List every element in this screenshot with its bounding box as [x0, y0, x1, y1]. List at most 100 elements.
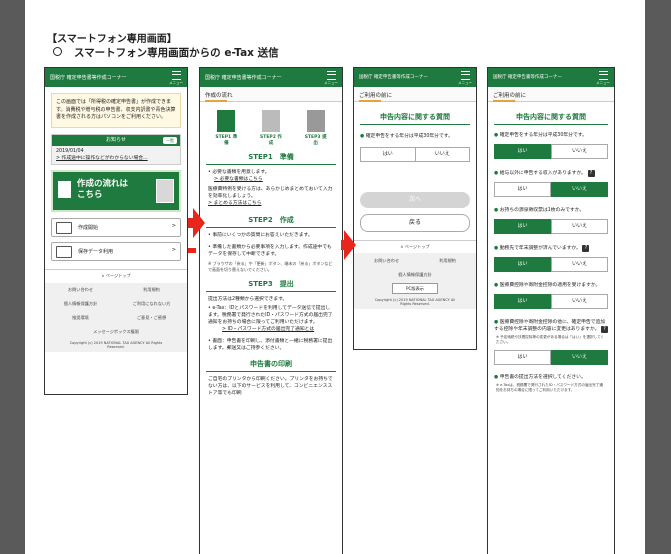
footer-link-feedback[interactable]: ご意見・ご感想 [116, 315, 187, 321]
doc-subheading-text: スマートフォン専用画面からの e-Tax 送信 [74, 47, 279, 59]
menu-label: メニュー [169, 81, 183, 85]
question-7-text: 申告書の提出方法を選択してください。 [499, 375, 586, 380]
submit-icon [306, 110, 325, 132]
question-2-text: 給与以外に申告する収入がありますか。 [499, 171, 586, 176]
document-page: 【スマートフォン専用画面】 スマートフォン専用画面からの e-Tax 送信 国税… [25, 0, 645, 554]
hamburger-icon [171, 71, 181, 80]
back-button[interactable]: 戻る [360, 214, 470, 232]
yes-button[interactable]: はい [360, 147, 416, 162]
question-3-text: お持ちの源泉徴収票は1枚のみですか。 [499, 208, 585, 213]
sub-underline [205, 100, 227, 102]
footer-link-messagebox[interactable]: メッセージボックス権限 [45, 329, 187, 335]
help-icon[interactable]: ? [587, 170, 595, 177]
menu-label: メニュー [458, 81, 472, 85]
no-button[interactable]: いいえ [415, 147, 470, 162]
question-5: ● 医療費控除や寄附金控除の適用を受けますか。 [494, 283, 601, 288]
question-3: ● お持ちの源泉徴収票は1枚のみですか。 [494, 208, 585, 213]
question-1: ● 確定申告をする年分は平成30年分です。 [360, 134, 453, 139]
print-paragraph: ご自宅のプリンタから印刷ください。プリンタをお持ちでない方は、以下のサービスを利… [208, 377, 333, 396]
step3-paper: • 書面：申告書を印刷し、添付書類と一緒に税務署に提出します。郵送又はご持参くだ… [208, 339, 333, 351]
notice-box: お知らせ 一覧 2019/01/04 > 作成途中に操作などがわからない場合..… [51, 133, 181, 165]
hamburger-icon [598, 71, 608, 80]
step3-link-text: ID・パスワード方式の届出完了通知とは [227, 327, 315, 332]
page-top-link[interactable]: ∧ ページトップ [354, 240, 476, 250]
sub-underline [493, 100, 515, 102]
no-button[interactable]: いいえ [551, 219, 608, 234]
print-heading: 申告書の印刷 [206, 359, 336, 372]
sub-title: 作成の流れ [205, 93, 233, 99]
step1-link-summary-text: まとめる方法はこちら [213, 201, 262, 206]
no-button[interactable]: いいえ [551, 144, 608, 159]
step1-link-summary[interactable]: > まとめる方法はこちら [208, 200, 334, 207]
hamburger-icon [326, 71, 336, 80]
chevron-right-icon: > [171, 222, 176, 229]
sub-underline [359, 100, 381, 102]
banner-line1: 作成の流れは [77, 178, 129, 189]
app-header: 国税庁 確定申告書等作成コーナー メニュー [354, 68, 476, 87]
menu-button[interactable]: メニュー [324, 70, 338, 86]
footer-link-privacy[interactable]: 個人情報保護方針 [45, 301, 116, 307]
app-title: 国税庁 確定申告書等作成コーナー [50, 75, 127, 81]
no-button[interactable]: いいえ [551, 257, 608, 272]
yes-button-selected[interactable]: はい [494, 257, 551, 272]
yes-button-selected[interactable]: はい [494, 144, 551, 159]
footer-link-terms[interactable]: 利用規約 [116, 287, 187, 293]
notice-date: 2019/01/04 [56, 148, 84, 154]
step2-body: • 事前にいくつかの質問にお答えいただきます。 • 準備した書類から必要事項を入… [208, 232, 334, 272]
upload-icon [56, 245, 72, 258]
notice-list-button[interactable]: 一覧 [163, 136, 177, 144]
no-button[interactable]: いいえ [551, 294, 608, 309]
app-title: 国税庁 確定申告書等作成コーナー [205, 75, 282, 81]
app-header: 国税庁 確定申告書等作成コーナー メニュー [45, 68, 187, 87]
hamburger-icon [460, 71, 470, 80]
create-start-button[interactable]: 作成開始 > [51, 217, 181, 237]
app-header: 国税庁 確定申告書等作成コーナー メニュー [488, 68, 614, 87]
notice-body: 2019/01/04 > 作成途中に操作などがわからない場合... [52, 146, 180, 164]
load-data-button[interactable]: 保存データ利用 > [51, 241, 181, 261]
q1-choices: はい いいえ [494, 144, 608, 159]
yes-button[interactable]: はい [494, 182, 551, 197]
menu-button[interactable]: メニュー [596, 70, 610, 86]
footer-link-terms[interactable]: 利用規約 [439, 258, 456, 264]
copyright: Copyright (c) 2019 NATIONAL TAX AGENCY A… [374, 298, 456, 306]
step3-paper-text: 書面：申告書を印刷し、添付書類と一緒に税務署に提出します。郵送又はご持参ください… [208, 339, 333, 351]
footer-link-contact[interactable]: お問い合わせ [45, 287, 116, 293]
notice-link[interactable]: > 作成途中に操作などがわからない場合... [56, 155, 176, 162]
step-2: STEP2 作成 [260, 110, 282, 146]
sub-title: ご利用の前に [493, 93, 527, 99]
notice-header: お知らせ 一覧 [52, 134, 180, 146]
question-7: ● 申告書の提出方法を選択してください。 [494, 375, 586, 380]
step1-bullet: • 必要な書類を用意します。 [208, 170, 270, 175]
pc-view-button[interactable]: PC版表示 [392, 283, 438, 294]
menu-button[interactable]: メニュー [169, 70, 183, 86]
no-button-selected[interactable]: いいえ [551, 182, 608, 197]
footer-link-privacy[interactable]: 個人情報保護方針 [354, 272, 476, 278]
help-icon[interactable]: ? [582, 245, 590, 252]
menu-button[interactable]: メニュー [458, 70, 472, 86]
footer-link-contact[interactable]: お問い合わせ [374, 258, 399, 264]
page-top-link[interactable]: ∧ ページトップ [45, 268, 187, 279]
no-button-selected[interactable]: いいえ [551, 350, 608, 365]
flow-banner[interactable]: 作成の流れは こちら [51, 169, 181, 212]
phone-screen-questions-answered: 国税庁 確定申告書等作成コーナー メニュー ご利用の前に 申告内容に関する質問 … [487, 67, 615, 554]
prepare-icon [217, 110, 236, 132]
help-icon[interactable]: ? [600, 326, 608, 333]
step2-bullet-2: • 準備した書類から必要事項を入力します。作成途中でもデータを保存して中断できま… [208, 245, 332, 257]
step3-link[interactable]: > ID・パスワード方式の届出完了通知とは [208, 326, 334, 333]
step1-link-docs[interactable]: > 必要な書類はこちら [208, 176, 334, 183]
app-title: 国税庁 確定申告書等作成コーナー [359, 75, 428, 80]
yes-button-selected[interactable]: はい [494, 219, 551, 234]
step-icons: STEP1 準備 STEP2 作成 STEP3 提出 [204, 110, 338, 146]
step3-paragraph: 提出方法は2種類から選択できます。 [208, 297, 288, 302]
footer-link-environment[interactable]: 推奨環境 [45, 315, 116, 321]
step2-bullet-1-text: 事前にいくつかの質問にお答えいただきます。 [212, 233, 313, 238]
yes-button[interactable]: はい [494, 350, 551, 365]
yes-button-selected[interactable]: はい [494, 294, 551, 309]
banner-line2: こちら [77, 189, 103, 200]
next-button[interactable]: 次へ [360, 192, 470, 208]
menu-label: メニュー [324, 81, 338, 85]
step-3: STEP3 提出 [305, 110, 327, 146]
app-title: 国税庁 確定申告書等作成コーナー [493, 75, 562, 80]
footer-link-unavailable[interactable]: ご利用になれない方 [116, 301, 187, 307]
circle-bullet-icon [53, 47, 62, 56]
